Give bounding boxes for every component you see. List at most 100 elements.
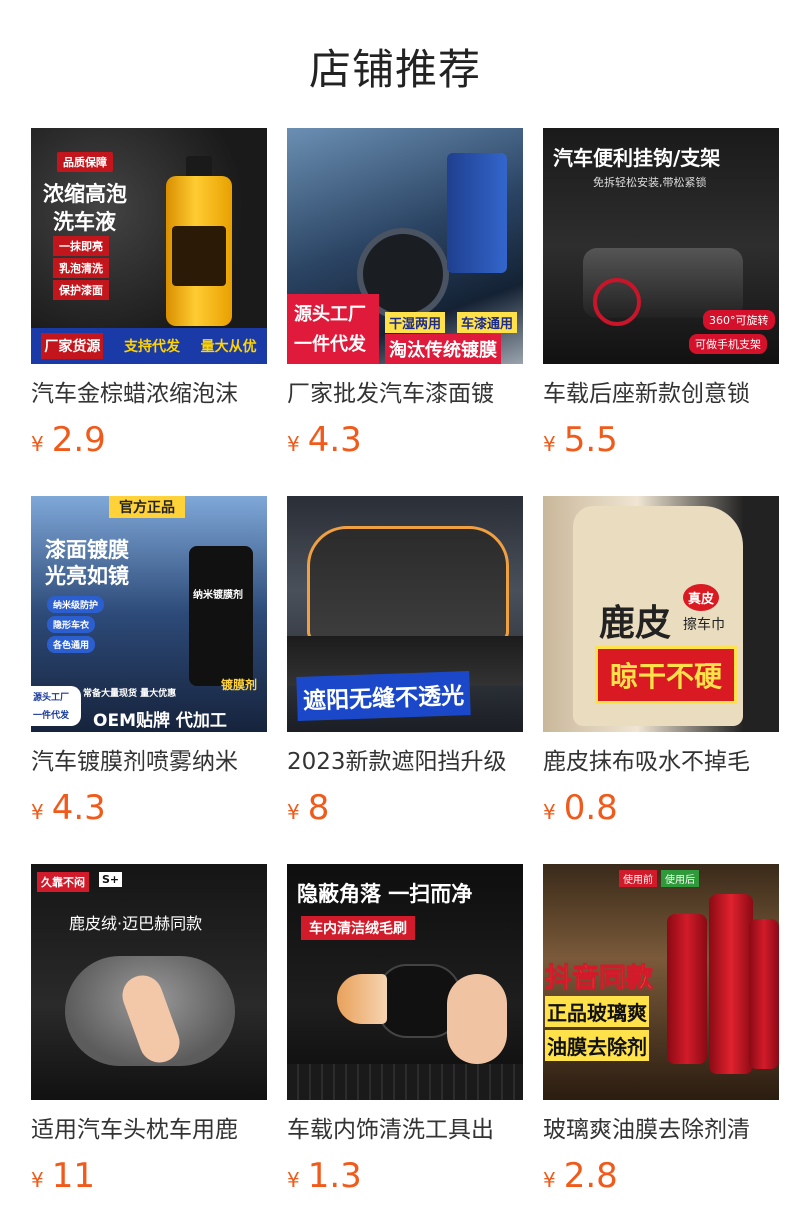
line1: 正品玻璃爽 (545, 996, 649, 1027)
spray-bottle (447, 153, 507, 273)
product-image[interactable]: 源头工厂 一件代发 干湿两用 车漆通用 淘汰传统镀膜 (287, 128, 523, 364)
product-price: ¥4.3 (31, 788, 267, 834)
product-card[interactable]: 官方正品 漆面镀膜 光亮如镜 纳米级防护 隐形车衣 各色通用 纳米镀膜剂 镀膜剂… (31, 496, 267, 864)
headline-line2: 洗车液 (53, 210, 116, 234)
product-price: ¥2.9 (31, 420, 267, 466)
price-value: 5.5 (563, 420, 618, 460)
price-value: 2.9 (51, 420, 106, 460)
brush-bristles (337, 974, 387, 1024)
tag-wet-dry: 干湿两用 (385, 312, 446, 333)
corner-label: 源头工厂 一件代发 (31, 686, 81, 726)
product-image[interactable]: 使用前 使用后 抖音同款 正品玻璃爽 油膜去除剂 (543, 864, 779, 1100)
product-name[interactable]: 车载内饰清洗工具出 (287, 1114, 523, 1146)
bottle-image (166, 156, 232, 326)
bottom-slogan: 遮阳无缝不透光 (296, 670, 471, 722)
headline: 鹿皮 (599, 603, 672, 644)
product-price: ¥2.8 (543, 1156, 779, 1202)
product-name[interactable]: 鹿皮抹布吸水不掉毛 (543, 746, 779, 778)
product-price: ¥1.3 (287, 1156, 523, 1202)
after-label: 使用后 (661, 870, 699, 887)
corner-line2: 一件代发 (33, 711, 70, 721)
headline: 隐蔽角落 一扫而净 (297, 882, 473, 906)
product-name[interactable]: 厂家批发汽车漆面镀 (287, 378, 523, 410)
page-title: 店铺推荐 (308, 45, 481, 94)
sub-label: 擦车巾 (683, 617, 725, 633)
bottom-text: 支持代发 (123, 339, 180, 355)
product-card[interactable]: 遮阳无缝不透光 2023新款遮阳挡升级 ¥8 (287, 496, 523, 864)
product-card[interactable]: 使用前 使用后 抖音同款 正品玻璃爽 油膜去除剂 玻璃爽油膜去除剂清 ¥2.8 (543, 864, 779, 1232)
currency-symbol: ¥ (287, 800, 300, 824)
currency-symbol: ¥ (31, 432, 44, 456)
currency-symbol: ¥ (543, 432, 556, 456)
product-image[interactable]: 久靠不闷 S+ 鹿皮绒·迈巴赫同款 (31, 864, 267, 1100)
currency-symbol: ¥ (543, 1168, 556, 1192)
before-label: 使用前 (619, 870, 657, 887)
tag-paint: 车漆通用 (457, 312, 518, 333)
air-vent (287, 1064, 523, 1100)
bottle-image (667, 914, 707, 1064)
currency-symbol: ¥ (543, 800, 556, 824)
left-label-line2: 一件代发 (294, 334, 366, 355)
headline-line2: 光亮如镜 (45, 564, 129, 588)
product-card[interactable]: 久靠不闷 S+ 鹿皮绒·迈巴赫同款 适用汽车头枕车用鹿 ¥11 (31, 864, 267, 1232)
product-name[interactable]: 汽车金棕蜡浓缩泡沫 (31, 378, 267, 410)
product-card[interactable]: 鹿皮 真皮 擦车巾 晾干不硬 鹿皮抹布吸水不掉毛 ¥0.8 (543, 496, 779, 864)
headline-line1: 浓缩高泡 (43, 182, 127, 206)
bottle-image (749, 919, 779, 1069)
headline: 鹿皮绒·迈巴赫同款 (69, 914, 203, 933)
price-value: 4.3 (307, 420, 362, 460)
product-name[interactable]: 2023新款遮阳挡升级 (287, 746, 523, 778)
product-card[interactable]: 品质保障 浓缩高泡 洗车液 一抹即亮 乳泡清洗 保护漆面 厂家货源 支持代发 量… (31, 128, 267, 496)
price-value: 11 (51, 1156, 95, 1196)
feature-tag: 保护漆面 (53, 280, 109, 300)
product-price: ¥0.8 (543, 788, 779, 834)
bottom-slogan: 淘汰传统镀膜 (385, 334, 501, 364)
product-image[interactable]: 品质保障 浓缩高泡 洗车液 一抹即亮 乳泡清洗 保护漆面 厂家货源 支持代发 量… (31, 128, 267, 364)
subheadline: 免拆轻松安装,带松紧锁 (593, 176, 707, 189)
left-label: 源头工厂 一件代发 (287, 294, 379, 364)
price-value: 1.3 (307, 1156, 362, 1196)
sunshade-image (307, 526, 509, 642)
quality-badge: 品质保障 (57, 152, 113, 172)
product-card[interactable]: 汽车便利挂钩/支架 免拆轻松安装,带松紧锁 360°可旋转 可做手机支架 车载后… (543, 128, 779, 496)
bottom-slogan: 晾干不硬 (595, 646, 738, 704)
product-price: ¥11 (31, 1156, 267, 1202)
genuine-circle: 真皮 (683, 584, 720, 611)
product-image[interactable]: 遮阳无缝不透光 (287, 496, 523, 732)
product-name[interactable]: 车载后座新款创意锁 (543, 378, 779, 410)
product-name[interactable]: 汽车镀膜剂喷雾纳米 (31, 746, 267, 778)
product-price: ¥8 (287, 788, 523, 834)
product-price: ¥4.3 (287, 420, 523, 466)
headline: 汽车便利挂钩/支架 (553, 146, 721, 170)
feature-tag: 纳米级防护 (47, 596, 105, 613)
currency-symbol: ¥ (287, 1168, 300, 1192)
price-value: 8 (307, 788, 330, 828)
price-value: 0.8 (563, 788, 618, 828)
coating-badge: 镀膜剂 (221, 678, 258, 692)
s-plus-badge: S+ (99, 872, 123, 887)
product-image[interactable]: 隐蔽角落 一扫而净 车内清洁绒毛刷 (287, 864, 523, 1100)
feature-tag: 隐形车衣 (47, 616, 96, 633)
hook-ring (593, 278, 641, 326)
product-image[interactable]: 鹿皮 真皮 擦车巾 晾干不硬 (543, 496, 779, 732)
currency-symbol: ¥ (31, 1168, 44, 1192)
price-value: 4.3 (51, 788, 106, 828)
product-card[interactable]: 源头工厂 一件代发 干湿两用 车漆通用 淘汰传统镀膜 厂家批发汽车漆面镀 ¥4.… (287, 128, 523, 496)
feature-tag: 一抹即亮 (53, 236, 109, 256)
sub-label: 车内清洁绒毛刷 (301, 916, 415, 940)
product-name[interactable]: 适用汽车头枕车用鹿 (31, 1114, 267, 1146)
oem-text: OEM贴牌 代加工 (93, 711, 227, 731)
feature-tag: 久靠不闷 (37, 872, 89, 892)
bottom-bar: 厂家货源 支持代发 量大从优 (31, 328, 267, 364)
left-label-line1: 源头工厂 (294, 304, 366, 325)
headline: 抖音同款 (545, 963, 654, 995)
hand-image (447, 974, 507, 1064)
bottle-image (189, 546, 253, 686)
product-card[interactable]: 隐蔽角落 一扫而净 车内清洁绒毛刷 车载内饰清洗工具出 ¥1.3 (287, 864, 523, 1232)
phone-stand-tag: 可做手机支架 (689, 334, 767, 354)
product-grid: 品质保障 浓缩高泡 洗车液 一抹即亮 乳泡清洗 保护漆面 厂家货源 支持代发 量… (31, 128, 779, 1232)
stock-note: 常备大量现货 量大优惠 (83, 689, 177, 699)
product-image[interactable]: 汽车便利挂钩/支架 免拆轻松安装,带松紧锁 360°可旋转 可做手机支架 (543, 128, 779, 364)
product-name[interactable]: 玻璃爽油膜去除剂清 (543, 1114, 779, 1146)
product-image[interactable]: 官方正品 漆面镀膜 光亮如镜 纳米级防护 隐形车衣 各色通用 纳米镀膜剂 镀膜剂… (31, 496, 267, 732)
